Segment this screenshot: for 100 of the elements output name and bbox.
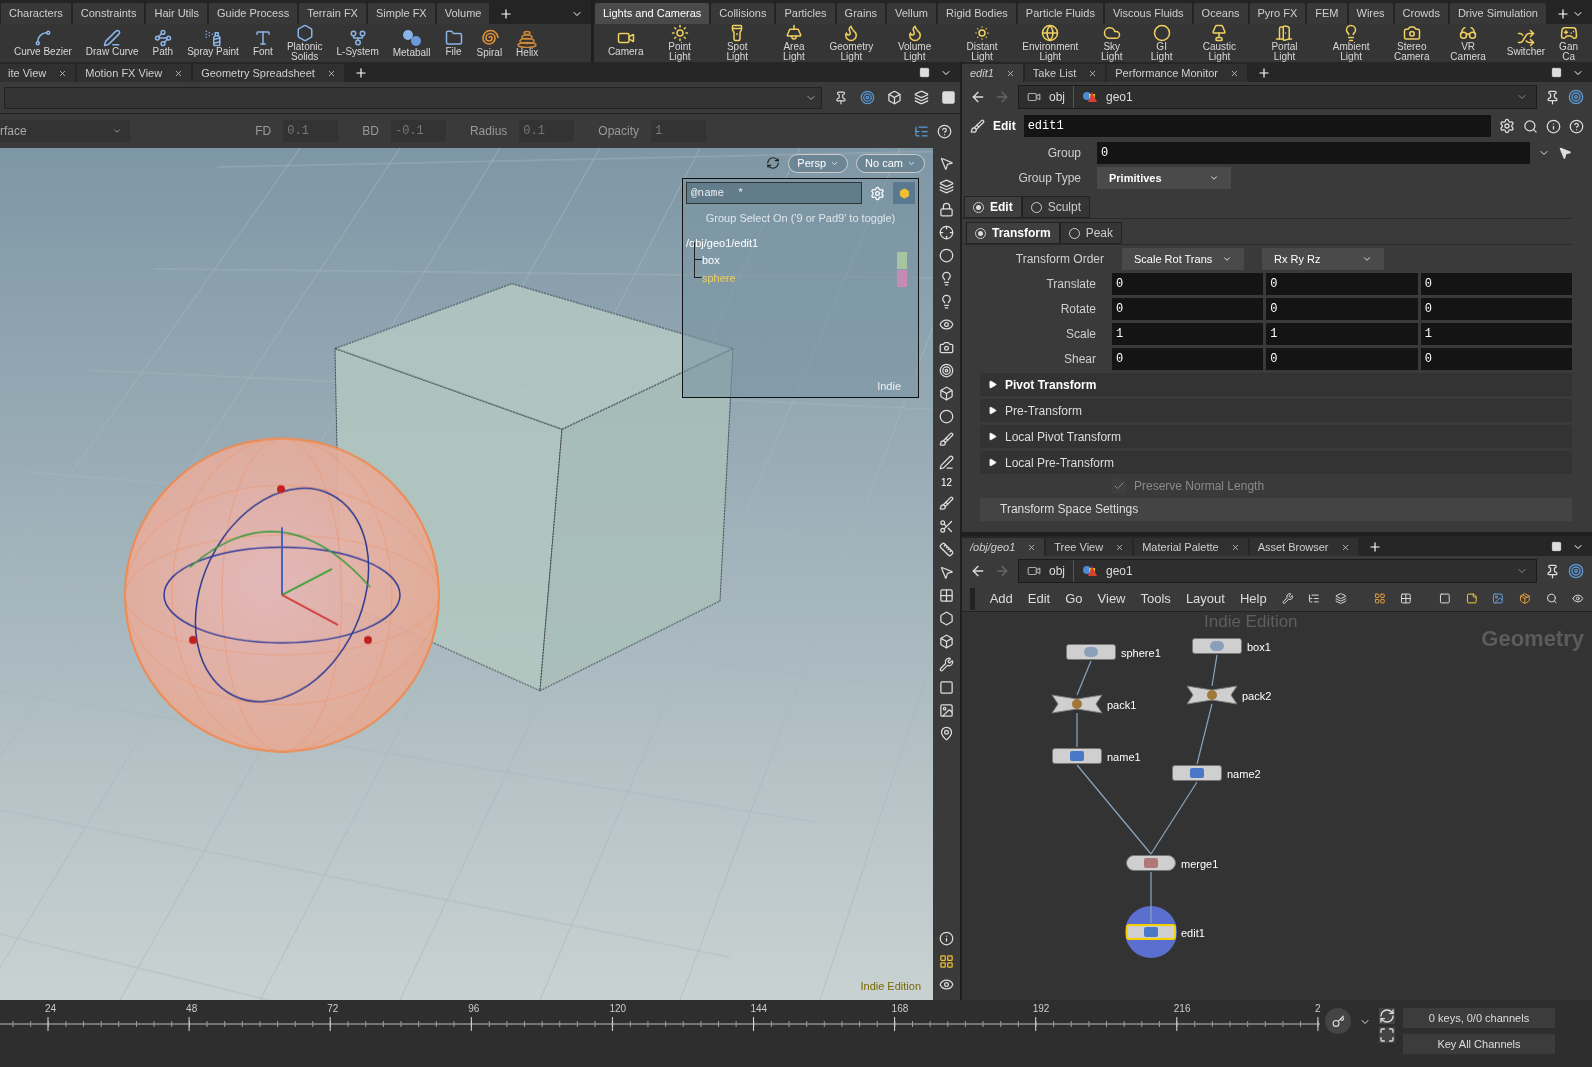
shelf-tool[interactable]: Platonic Solids xyxy=(280,24,329,62)
spinner-icon[interactable] xyxy=(112,126,122,136)
shelf-tool[interactable]: Sky Light xyxy=(1086,24,1138,62)
shelf-tool[interactable]: Portal Light xyxy=(1254,24,1315,62)
vector-field[interactable]: 0 xyxy=(1420,348,1572,370)
menu-item[interactable]: Edit xyxy=(1027,588,1051,609)
radio-tab[interactable]: Peak xyxy=(1059,222,1123,244)
node[interactable] xyxy=(1052,748,1102,764)
shelf-tool[interactable]: Geometry Light xyxy=(823,24,880,62)
shelf-tab[interactable]: Guide Process xyxy=(209,3,298,24)
vector-field[interactable]: 0 xyxy=(1112,298,1264,320)
shelf-tool[interactable]: Spot Light xyxy=(710,24,765,62)
menu-item[interactable]: Go xyxy=(1065,588,1083,609)
shelf-tool[interactable]: Path xyxy=(146,29,180,57)
shelf-tool[interactable]: Curve Bezier xyxy=(8,29,78,57)
square-icon[interactable] xyxy=(939,680,954,695)
node[interactable] xyxy=(1051,694,1103,714)
path-segment[interactable]: obj xyxy=(1049,88,1065,106)
wrench-icon[interactable] xyxy=(1281,591,1294,606)
filter-field[interactable]: @name * xyxy=(686,182,862,204)
shelf-tool[interactable]: Caustic Light xyxy=(1186,24,1253,62)
shelf-tool[interactable]: Spiral xyxy=(470,28,509,58)
shelf-tool[interactable]: Font xyxy=(246,29,279,57)
cube-icon[interactable] xyxy=(887,90,903,105)
search-icon[interactable] xyxy=(1523,118,1538,134)
menu-item[interactable]: Tools xyxy=(1140,588,1171,609)
close-icon[interactable] xyxy=(326,68,336,78)
shelf-tool[interactable]: Draw Curve xyxy=(79,29,145,57)
pen-icon[interactable] xyxy=(939,455,954,470)
brush-icon[interactable] xyxy=(939,432,954,447)
pane-tab[interactable]: Tree View xyxy=(1046,538,1133,556)
square-icon[interactable] xyxy=(941,90,956,105)
viewer-path-field[interactable] xyxy=(4,86,823,109)
grid-icon[interactable] xyxy=(939,954,954,969)
pane-tab[interactable]: Material Palette xyxy=(1134,538,1248,556)
add-tab-icon[interactable] xyxy=(1556,7,1570,21)
shelf-tab[interactable]: Hair Utils xyxy=(146,3,208,24)
path-field[interactable]: obj geo1 xyxy=(1018,85,1537,109)
layers-icon[interactable] xyxy=(939,179,954,194)
shelf-tab[interactable]: Constraints xyxy=(72,3,145,24)
section-header[interactable]: Transform Space Settings xyxy=(980,498,1572,521)
radio-tab[interactable]: Transform xyxy=(966,222,1060,244)
path-segment[interactable]: geo1 xyxy=(1106,562,1133,580)
refresh-icon[interactable] xyxy=(1379,1008,1395,1024)
close-icon[interactable] xyxy=(1340,542,1350,552)
shelf-tool[interactable]: Switcher xyxy=(1500,29,1552,57)
cube-icon[interactable] xyxy=(939,634,954,649)
sticky-note-icon[interactable] xyxy=(1465,591,1478,606)
group-field[interactable]: 0 xyxy=(1097,142,1530,164)
package-icon[interactable] xyxy=(1519,591,1531,606)
hexagon-icon[interactable] xyxy=(939,611,954,626)
menu-item[interactable]: Help xyxy=(1239,588,1267,609)
grid-icon[interactable] xyxy=(1373,591,1386,606)
shelf-tool[interactable]: Camera xyxy=(601,29,650,57)
vector-field[interactable]: 0 xyxy=(1112,348,1264,370)
info-icon[interactable] xyxy=(1546,118,1561,134)
ruler-icon[interactable] xyxy=(939,542,954,557)
pin-icon[interactable] xyxy=(1545,563,1560,579)
pointer-icon[interactable] xyxy=(939,565,954,580)
add-tab-icon[interactable] xyxy=(1257,66,1271,80)
image-icon[interactable] xyxy=(939,703,954,718)
target-icon[interactable] xyxy=(1568,563,1584,579)
add-tab-icon[interactable] xyxy=(353,66,368,80)
node[interactable] xyxy=(1186,685,1238,705)
shelf-tab[interactable]: Oceans xyxy=(1193,3,1248,24)
info-icon[interactable] xyxy=(939,931,954,946)
pane-tab[interactable]: /obj/geo1 xyxy=(962,538,1045,556)
shelf-tab[interactable]: Terrain FX xyxy=(299,3,366,24)
cube-icon[interactable] xyxy=(939,386,954,401)
vector-field[interactable]: 0 xyxy=(1420,298,1572,320)
pane-tab[interactable]: Motion FX View xyxy=(77,64,192,82)
node[interactable] xyxy=(1126,855,1176,871)
shelf-tab[interactable]: Crowds xyxy=(1394,3,1448,24)
close-icon[interactable] xyxy=(1005,68,1015,78)
node[interactable] xyxy=(1192,638,1242,654)
node[interactable] xyxy=(1172,765,1222,781)
path-segment[interactable]: obj xyxy=(1049,562,1065,580)
node[interactable] xyxy=(1066,644,1116,660)
camera-icon[interactable] xyxy=(939,340,954,355)
shelf-tab[interactable]: Volume xyxy=(436,3,490,24)
vector-field[interactable]: 1 xyxy=(1420,323,1572,345)
wrench-icon[interactable] xyxy=(939,657,954,672)
scissors-icon[interactable] xyxy=(939,519,954,534)
help-icon[interactable] xyxy=(1569,118,1584,134)
selection-type-dropdown[interactable]: rface xyxy=(0,120,130,142)
grid-icon[interactable] xyxy=(1400,591,1413,606)
target-icon[interactable] xyxy=(1568,89,1584,105)
highlight-toggle[interactable] xyxy=(893,182,915,204)
pointer-icon[interactable] xyxy=(939,156,954,171)
add-tab-icon[interactable] xyxy=(1367,540,1382,554)
close-icon[interactable] xyxy=(1115,542,1125,552)
shelf-tab[interactable]: Grains xyxy=(836,3,885,24)
eye-icon[interactable] xyxy=(939,977,954,992)
lightbulb-icon[interactable] xyxy=(939,271,954,286)
target-icon[interactable] xyxy=(860,90,876,105)
camera-menu[interactable]: Persp xyxy=(788,154,849,173)
pin-icon[interactable] xyxy=(939,726,954,741)
shelf-tool[interactable]: File xyxy=(438,29,469,57)
shelf-tab[interactable]: Lights and Cameras xyxy=(594,3,710,24)
network-box-icon[interactable] xyxy=(1439,591,1451,606)
